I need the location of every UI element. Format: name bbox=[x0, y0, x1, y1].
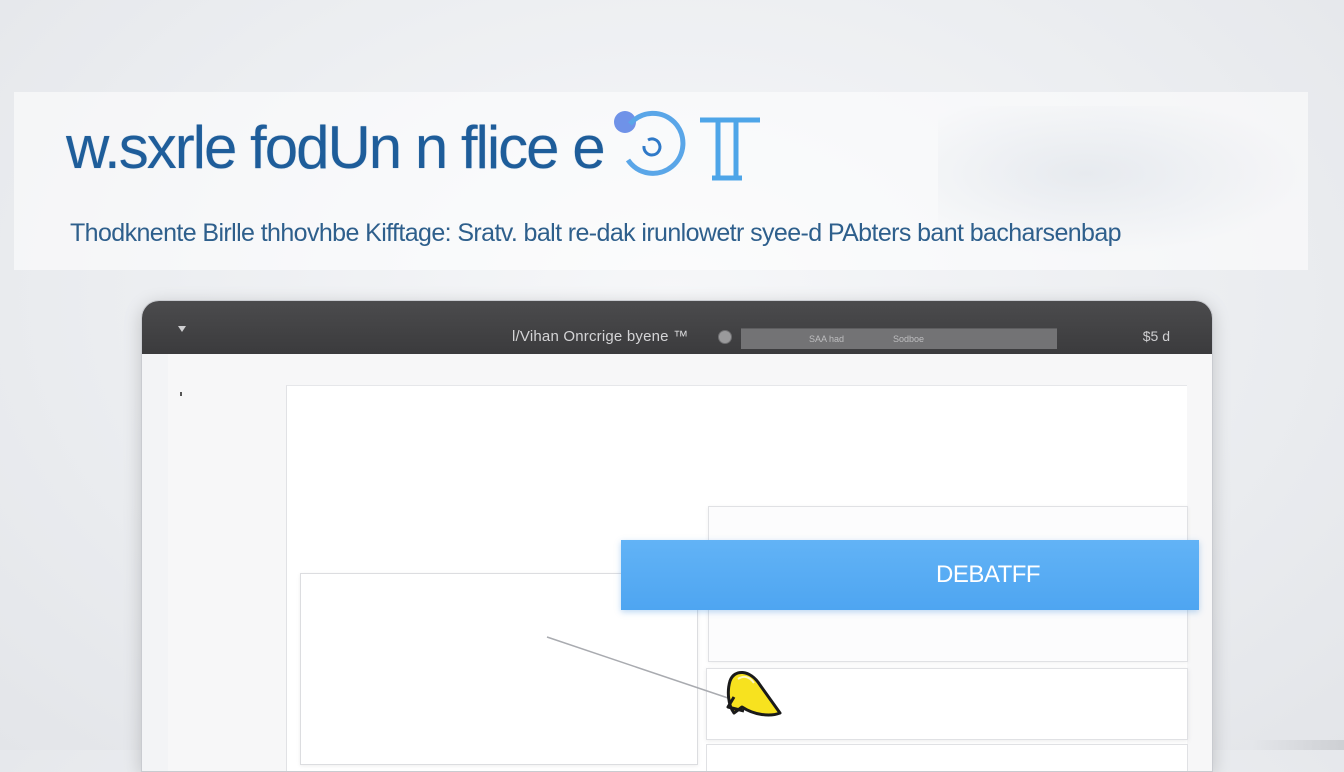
pointer-cursor-icon bbox=[726, 671, 782, 717]
primary-action-button[interactable]: DEBATFF bbox=[621, 540, 1199, 610]
logo-mark-icon bbox=[614, 110, 760, 181]
side-marker bbox=[180, 392, 182, 396]
bottom-card bbox=[706, 744, 1188, 771]
window-titlebar: l/Vihan Onrcrige byene ™ SAA had Sodboe … bbox=[142, 301, 1212, 354]
window-status: $5 d bbox=[1142, 328, 1170, 344]
address-bar[interactable]: SAA had Sodboe bbox=[741, 328, 1057, 349]
primary-action-label: DEBATFF bbox=[936, 561, 1041, 588]
page-subheadline: Thodknente Birlle thhovhbe Kifftage: Sra… bbox=[70, 219, 1122, 247]
corner-shadow bbox=[1250, 740, 1344, 750]
app-window: l/Vihan Onrcrige byene ™ SAA had Sodboe … bbox=[141, 300, 1213, 772]
menu-icon[interactable] bbox=[178, 326, 186, 334]
address-text-primary: SAA had bbox=[809, 334, 845, 344]
page-headline: w.sxrle fodUn n flice e bbox=[66, 114, 606, 181]
record-dot-icon[interactable] bbox=[718, 330, 732, 344]
window-title: l/Vihan Onrcrige byene ™ bbox=[512, 328, 689, 345]
address-text-secondary: Sodboe bbox=[893, 334, 925, 344]
